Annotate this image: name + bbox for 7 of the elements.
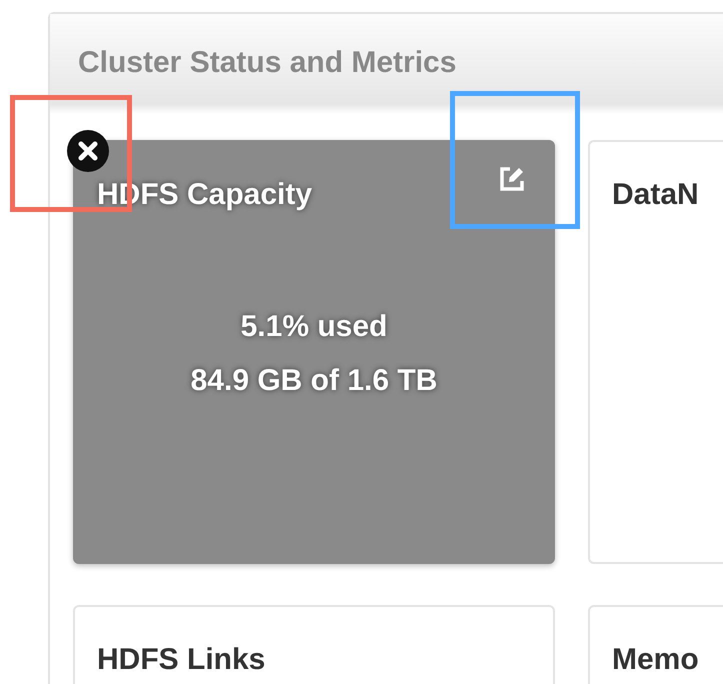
widget-title: HDFS Links	[97, 643, 266, 677]
widget-title: Memo	[612, 643, 699, 677]
metric-text: 84.9 GB of 1.6 TB	[190, 364, 438, 398]
panel-title: Cluster Status and Metrics	[50, 14, 723, 114]
close-icon[interactable]	[66, 129, 110, 173]
metric-text: 5.1% used	[240, 310, 388, 344]
widget-title: DataN	[612, 178, 699, 212]
